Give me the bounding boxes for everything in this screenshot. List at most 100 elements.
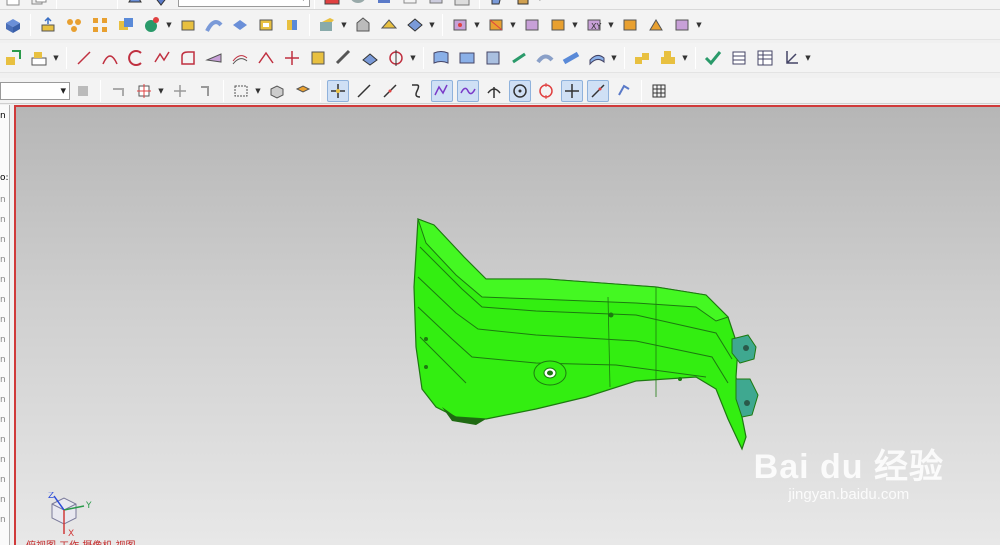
trim-body-icon[interactable]	[404, 14, 426, 36]
section-icon[interactable]	[486, 0, 508, 9]
offset-face-icon[interactable]	[449, 14, 471, 36]
dropdown-arrow-icon[interactable]: ▼	[157, 80, 165, 102]
check-icon[interactable]	[702, 47, 724, 69]
copy-face-icon[interactable]	[619, 14, 641, 36]
chamfer-icon[interactable]	[352, 14, 374, 36]
navigator-entry[interactable]: n	[0, 515, 10, 525]
dropdown-arrow-icon[interactable]: ▼	[571, 14, 579, 36]
project-curve-icon[interactable]	[203, 47, 225, 69]
resize-face-icon[interactable]	[671, 14, 693, 36]
dropdown-arrow-icon[interactable]: ▼	[473, 14, 481, 36]
extrude-icon[interactable]	[37, 14, 59, 36]
split-face-icon[interactable]	[485, 14, 507, 36]
navigator-entry[interactable]: n	[0, 375, 10, 385]
cube-select-icon[interactable]	[266, 80, 288, 102]
snap-line-icon[interactable]	[587, 79, 609, 102]
boolean-icon[interactable]	[115, 14, 137, 36]
ruled-surface-icon[interactable]	[430, 47, 452, 69]
snap-face-icon[interactable]	[613, 80, 635, 102]
hidden-icon[interactable]	[425, 0, 447, 9]
navigator-entry[interactable]: n	[0, 255, 10, 265]
dropdown-arrow-icon[interactable]: ▼	[536, 0, 544, 9]
sweep-icon[interactable]	[203, 14, 225, 36]
navigator-entry[interactable]: n	[0, 475, 10, 485]
through-curves-icon[interactable]	[385, 47, 407, 69]
undo-arrow-icon[interactable]	[63, 0, 85, 9]
navigator-entry[interactable]: n	[0, 455, 10, 465]
navigator-entry[interactable]: n	[0, 195, 10, 205]
mirror-face-icon[interactable]	[645, 14, 667, 36]
arc-icon[interactable]	[99, 47, 121, 69]
new-file-icon[interactable]	[2, 0, 24, 9]
move-icon[interactable]	[169, 80, 191, 102]
point-icon[interactable]	[151, 47, 173, 69]
wire-icon[interactable]	[399, 0, 421, 9]
part-body[interactable]	[413, 218, 747, 451]
navigator-entry[interactable]: n	[0, 435, 10, 445]
navigator-entry[interactable]: n	[0, 415, 10, 425]
blend-icon[interactable]	[316, 14, 338, 36]
snap-end-icon[interactable]	[327, 79, 349, 102]
dropdown-arrow-icon[interactable]: ▼	[165, 14, 173, 36]
navigator-entry[interactable]: n	[0, 235, 10, 245]
surface-icon[interactable]	[229, 14, 251, 36]
delete-face-icon[interactable]: XY	[583, 14, 605, 36]
dropdown-arrow-icon[interactable]: ▼	[607, 14, 615, 36]
dropdown-arrow-icon[interactable]: ▼	[409, 47, 417, 69]
render-icon[interactable]	[321, 0, 343, 9]
line-icon[interactable]	[73, 47, 95, 69]
view-orient-icon[interactable]	[124, 0, 146, 9]
grid-icon[interactable]	[648, 80, 670, 102]
snap-tangent-icon[interactable]	[483, 80, 505, 102]
undo-icon[interactable]	[107, 80, 129, 102]
redo-arrow-icon[interactable]	[89, 0, 111, 9]
law-extension-icon[interactable]	[508, 47, 530, 69]
shade-icon[interactable]	[150, 0, 172, 9]
solid-box-icon[interactable]	[2, 14, 24, 36]
component-icon[interactable]	[586, 47, 608, 69]
snap-quadrant-icon[interactable]	[535, 80, 557, 102]
block-icon[interactable]	[177, 14, 199, 36]
filter-combo[interactable]: ▾	[0, 81, 70, 100]
snap-intersect-icon[interactable]	[457, 79, 479, 102]
styled-blend-icon[interactable]	[560, 47, 582, 69]
background-icon[interactable]	[451, 0, 473, 9]
spreadsheet-icon[interactable]	[754, 47, 776, 69]
replace-face-icon[interactable]	[521, 14, 543, 36]
offset-curve-icon[interactable]	[229, 47, 251, 69]
sphere-icon[interactable]	[141, 14, 163, 36]
dropdown-arrow-icon[interactable]: ▼	[610, 47, 618, 69]
navigator-entry[interactable]: o:	[0, 173, 10, 183]
mesh-surface-icon[interactable]	[359, 47, 381, 69]
table-icon[interactable]	[728, 47, 750, 69]
measure-icon[interactable]	[28, 47, 50, 69]
dropdown-arrow-icon[interactable]: ▼	[52, 47, 60, 69]
n-sided-icon[interactable]	[456, 47, 478, 69]
cylinder-icon[interactable]	[281, 14, 303, 36]
dropdown-arrow-icon[interactable]: ▼	[681, 47, 689, 69]
snap-point-icon[interactable]	[133, 80, 155, 102]
snap-plus-icon[interactable]	[561, 79, 583, 102]
dropdown-arrow-icon[interactable]: ▼	[695, 14, 703, 36]
swoop-icon[interactable]	[482, 47, 504, 69]
snap-arc-icon[interactable]	[405, 80, 427, 102]
split-curve-icon[interactable]	[307, 47, 329, 69]
dropdown-arrow-icon[interactable]: ▼	[804, 47, 812, 69]
dropdown-arrow-icon[interactable]: ▼	[254, 80, 262, 102]
face-select-icon[interactable]	[292, 80, 314, 102]
intersect-curve-icon[interactable]	[333, 47, 355, 69]
assembly-icon[interactable]	[2, 47, 24, 69]
studio-surface-icon[interactable]	[534, 47, 556, 69]
select-part-icon[interactable]	[72, 80, 94, 102]
solid-icon[interactable]	[373, 0, 395, 9]
array-icon[interactable]	[89, 14, 111, 36]
navigator-entry[interactable]: n	[0, 275, 10, 285]
copy-icon[interactable]	[28, 0, 50, 9]
cone-icon[interactable]	[378, 14, 400, 36]
navigator-entry[interactable]: n	[0, 215, 10, 225]
shell-icon[interactable]	[255, 14, 277, 36]
dropdown-arrow-icon[interactable]: ▼	[428, 14, 436, 36]
clip-icon[interactable]	[512, 0, 534, 9]
navigator-entry[interactable]: n	[0, 355, 10, 365]
spline-icon[interactable]	[125, 47, 147, 69]
